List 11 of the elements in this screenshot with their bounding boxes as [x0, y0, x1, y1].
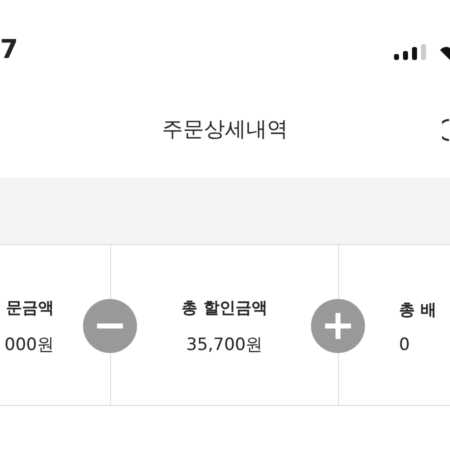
amount-value: 0 [399, 334, 410, 354]
amount-value: 35,700원 [186, 334, 263, 356]
signal-icon [394, 44, 426, 60]
plus-icon [310, 298, 366, 354]
amount-label: 총 할인금액 [182, 298, 268, 319]
page-title: 주문상세내역 [162, 116, 288, 143]
amount-label: 문금액 [6, 298, 54, 319]
status-time: 7 [0, 36, 18, 64]
amount-value: 000원 [4, 334, 54, 356]
minus-icon [82, 298, 138, 354]
amount-label: 총 배 [399, 300, 437, 320]
